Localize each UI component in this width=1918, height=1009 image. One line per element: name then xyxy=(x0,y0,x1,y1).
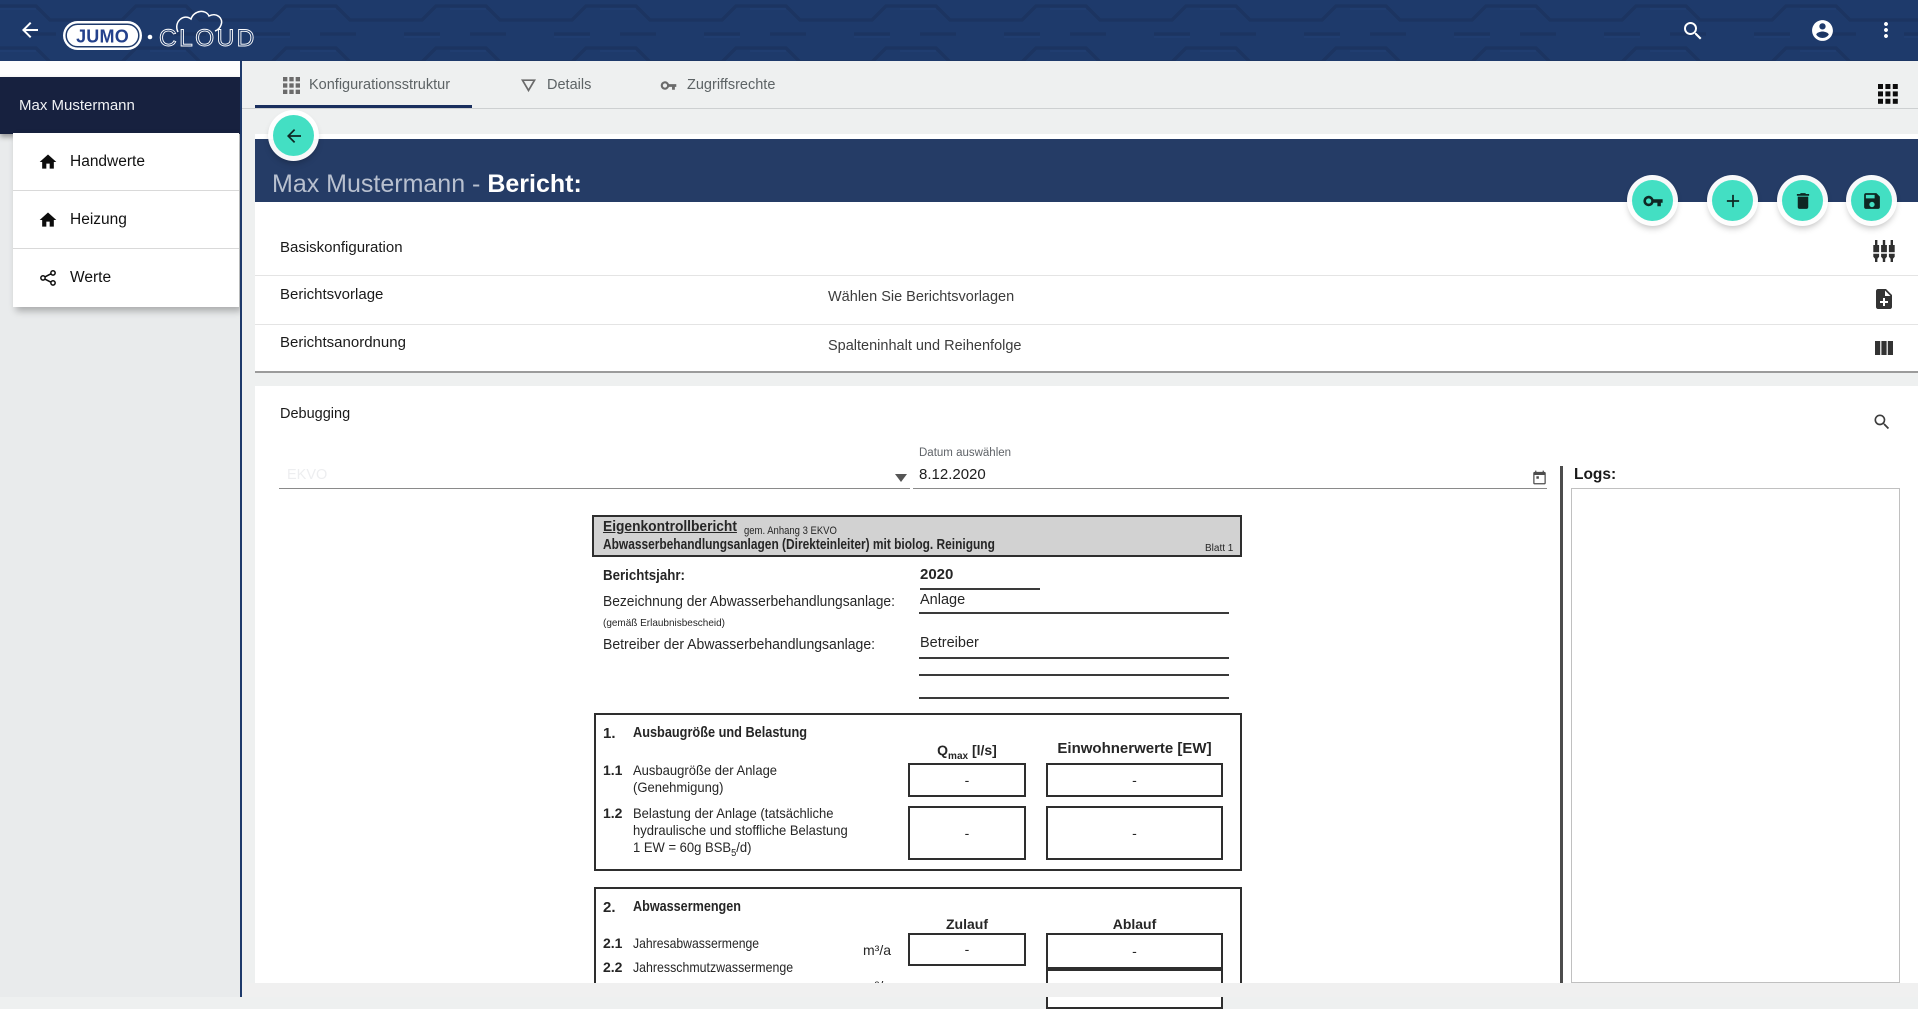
svg-text:CLOUD: CLOUD xyxy=(159,25,257,52)
svg-text:JUMO: JUMO xyxy=(76,27,129,47)
